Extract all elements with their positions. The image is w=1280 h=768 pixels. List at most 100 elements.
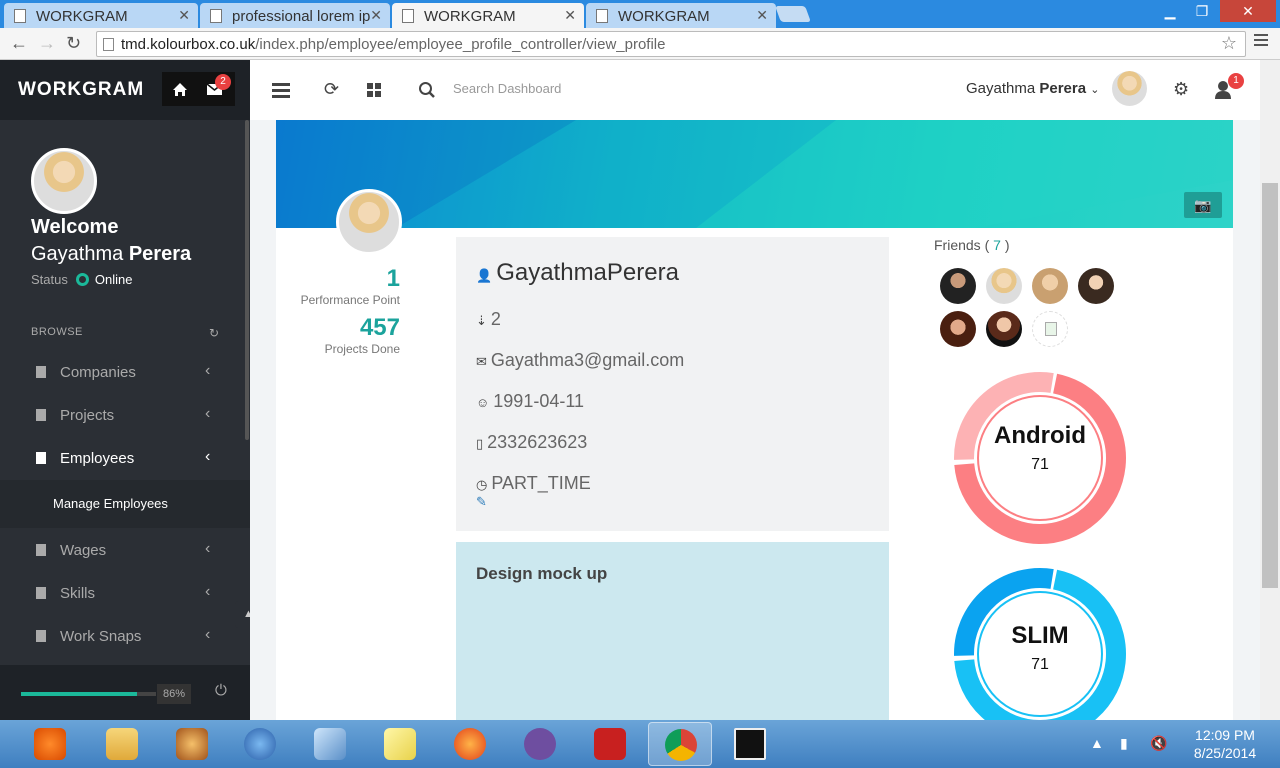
taskbar-app-dreamweaver[interactable] [718,722,782,766]
browser-tab-active[interactable]: WORKGRAM ✕ [392,3,584,28]
browser-tab[interactable]: WORKGRAM ✕ [4,3,198,28]
close-icon[interactable]: ✕ [564,7,576,24]
new-tab-button[interactable] [775,6,811,22]
chevron-down-icon: ⌄ [1090,84,1100,96]
browser-tab[interactable]: professional lorem ip ✕ [200,3,390,28]
friends-label: Friends [934,237,981,253]
taskbar-app-explorer[interactable] [90,722,154,766]
tab-title: WORKGRAM [618,8,710,25]
sidebar-item-projects[interactable]: Projects ‹ [0,395,244,438]
volume-muted-icon[interactable]: 🔇 [1150,735,1167,752]
user-first-name: Gayathma [966,80,1036,97]
avatar[interactable] [1112,71,1147,106]
page-icon [14,9,26,23]
browser-menu-icon[interactable] [1254,34,1268,49]
pencil-icon[interactable]: ✎ [476,494,487,510]
sidebar-item-wages[interactable]: Wages ‹ [0,530,244,573]
camera-icon[interactable]: 📷 [1184,192,1222,218]
maximize-icon[interactable]: ❐ [1188,0,1216,22]
mail-button[interactable]: 2 [198,72,235,106]
progress-bar [21,692,156,696]
sidebar-item-companies[interactable]: Companies ‹ [0,352,244,395]
friend-avatar[interactable] [986,311,1022,347]
taskbar-app-virtualbox[interactable] [298,722,362,766]
firefox-icon [454,728,486,760]
taskbar-app-chrome[interactable] [648,722,712,766]
friend-avatar[interactable] [940,311,976,347]
back-icon[interactable]: ← [10,33,28,54]
close-window-icon[interactable]: ✕ [1220,0,1276,22]
media-player-icon [176,728,208,760]
file-icon [36,630,46,642]
url-field[interactable]: tmd.kolourbox.co.uk/index.php/employee/e… [96,31,1246,57]
browser-tab[interactable]: WORKGRAM ✕ [586,3,776,28]
taskbar-app-filezilla[interactable] [578,722,642,766]
brand-logo[interactable]: WORKGRAM [18,79,144,101]
folder-icon [106,728,138,760]
friend-avatar[interactable] [940,268,976,304]
profile-avatar[interactable] [336,189,402,255]
sidebar-item-employees[interactable]: Employees ‹ [0,438,244,481]
battery-icon[interactable]: ▮ [1120,735,1128,752]
skill-value: 71 [1031,456,1049,473]
windows-taskbar: ▲ ▮ 🔇 12:09 PM 8/25/2014 [0,720,1280,768]
page-scrollbar[interactable] [1260,60,1280,720]
sidebar-item-skills[interactable]: Skills ‹ [0,573,244,616]
sticky-notes-icon [384,728,416,760]
taskbar-app-github[interactable] [508,722,572,766]
minimize-icon[interactable]: ▁ [1156,0,1184,22]
taskbar-app-media-center[interactable] [18,722,82,766]
sidebar-item-label: Wages [60,542,107,559]
friend-avatar[interactable] [1032,268,1068,304]
project-panel: Design mock up [456,542,889,720]
close-icon[interactable]: ✕ [370,7,382,24]
taskbar-app-firefox[interactable] [438,722,502,766]
clock-date: 8/25/2014 [1193,745,1257,761]
friend-avatar[interactable] [1078,268,1114,304]
chevron-left-icon: ‹ [205,540,211,557]
rank-row: ⇣ 2 [476,309,501,330]
home-button[interactable] [162,72,198,106]
page-icon [103,38,114,51]
dreamweaver-icon [734,728,766,760]
scrollbar-thumb[interactable] [1262,183,1278,588]
user-menu[interactable]: Gayathma Perera ⌄ [966,80,1099,97]
project-title: Design mock up [476,564,608,583]
sidebar-item-label: Skills [60,585,96,602]
browser-tab-bar: WORKGRAM ✕ professional lorem ip ✕ WORKG… [0,0,1280,28]
status-value: Online [94,272,133,287]
sidebar-item-work-snaps[interactable]: Work Snaps ‹ [0,616,244,659]
taskbar-app-infinity[interactable] [228,722,292,766]
menu-toggle-icon[interactable] [272,83,290,101]
friend-avatar[interactable] [986,268,1022,304]
first-name: Gayathma [31,243,124,265]
friend-avatar-broken-image-icon[interactable] [1032,311,1068,347]
close-icon[interactable]: ✕ [756,7,768,24]
search-icon [419,82,435,98]
tab-title: professional lorem ip [232,8,371,25]
search-input[interactable]: Search Dashboard [453,81,561,96]
tray-expand-icon[interactable]: ▲ [1090,735,1104,751]
chevron-left-icon: ‹ [205,583,211,600]
taskbar-app-media-player[interactable] [160,722,224,766]
bookmark-star-icon[interactable]: ☆ [1221,33,1237,54]
gear-icon[interactable]: ⚙ [1173,79,1189,100]
chevron-left-icon: ‹ [205,362,211,379]
browse-heading: BROWSE [31,326,83,338]
power-icon[interactable]: ⏻ [215,682,227,699]
submenu-manage-employees[interactable]: Manage Employees [0,480,250,528]
email-value: Gayathma3@gmail.com [490,350,685,370]
sort-numeric-icon: ⇣ [476,313,487,328]
refresh-icon[interactable]: ↻ [209,326,219,340]
skill-name: SLIM [1011,622,1069,649]
grid-icon[interactable] [367,83,381,97]
refresh-icon[interactable]: ⟳ [324,79,339,100]
close-icon[interactable]: ✕ [178,7,190,24]
status-line: Status Online [31,272,132,287]
taskbar-app-sticky-notes[interactable] [368,722,432,766]
system-clock[interactable]: 12:09 PM 8/25/2014 [1180,726,1270,762]
reload-icon[interactable]: ↻ [66,33,81,54]
sidebar-scrollbar[interactable] [245,120,249,440]
user-last-name: Perera [1039,80,1087,97]
forward-icon[interactable]: → [38,33,56,54]
